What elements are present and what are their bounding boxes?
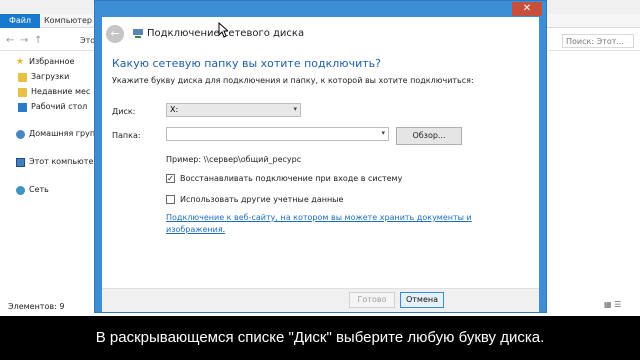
folder-icon — [18, 72, 27, 82]
back-button[interactable]: ← — [106, 25, 124, 43]
nav-item-homegroup[interactable]: Домашняя груп — [16, 128, 95, 140]
status-bar: Элементов: 9 — [8, 302, 65, 311]
search-input[interactable]: Поиск: Этот... — [562, 34, 634, 48]
mouse-cursor-icon — [218, 22, 228, 38]
desktop-icon — [18, 102, 27, 112]
nav-item-desktop[interactable]: Рабочий стол — [18, 101, 87, 113]
map-network-drive-dialog: ✕ ← Подключение сетевого диска — [94, 0, 547, 313]
subtitle-caption: В раскрывающемся списке "Диск" выберите … — [0, 316, 640, 360]
dialog-header: ← Подключение сетевого диска — [102, 17, 539, 49]
nav-item-favorites[interactable]: ★ Избранное — [16, 56, 74, 68]
drive-select[interactable]: X: ▾ — [166, 103, 301, 117]
nav-item-label: Недавние мес — [31, 87, 91, 96]
nav-item-network[interactable]: Сеть — [16, 184, 49, 196]
dialog-footer — [102, 288, 539, 312]
view-toggle-icon[interactable]: ▦ ☰ — [604, 300, 621, 309]
drive-label: Диск: — [112, 107, 136, 116]
tab-computer[interactable]: Компьютер — [44, 14, 92, 28]
credentials-option[interactable]: Использовать другие учетные данные — [166, 193, 343, 205]
reconnect-option[interactable]: ✓ Восстанавливать подключение при входе … — [166, 172, 402, 184]
star-icon: ★ — [16, 56, 25, 67]
browse-button[interactable]: Обзор... — [396, 127, 462, 145]
website-link-container: Подключение к веб-сайту, на котором вы м… — [166, 212, 496, 236]
cancel-button[interactable]: Отмена — [400, 292, 444, 308]
folder-input[interactable]: ▾ — [166, 127, 389, 141]
chevron-down-icon: ▾ — [293, 105, 297, 113]
nav-item-label: Сеть — [29, 185, 49, 194]
forward-arrow-icon[interactable]: → — [20, 35, 28, 46]
folder-label: Папка: — [112, 131, 141, 140]
nav-item-label: Рабочий стол — [31, 102, 88, 111]
nav-item-downloads[interactable]: Загрузки — [18, 71, 69, 83]
folder-icon — [18, 87, 27, 97]
website-link-tail: . — [222, 225, 226, 234]
up-arrow-icon[interactable]: ↑ — [34, 35, 42, 46]
website-link[interactable]: Подключение к веб-сайту, на котором вы м… — [166, 213, 472, 234]
navigation-pane: ★ Избранное Загрузки Недавние мес Рабочи… — [0, 52, 96, 302]
credentials-label: Использовать другие учетные данные — [180, 194, 344, 204]
drive-select-value: X: — [170, 105, 179, 114]
nav-item-label: Избранное — [29, 57, 75, 66]
dialog-heading: Какую сетевую папку вы хотите подключить… — [112, 57, 381, 70]
back-arrow-icon[interactable]: ← — [6, 35, 14, 46]
reconnect-label: Восстанавливать подключение при входе в … — [180, 173, 403, 183]
finish-button[interactable]: Готово — [349, 292, 395, 308]
chevron-down-icon[interactable]: ▾ — [381, 129, 385, 137]
nav-item-label: Домашняя груп — [29, 129, 96, 138]
nav-item-this-pc[interactable]: Этот компьюте — [16, 156, 93, 168]
nav-item-label: Этот компьюте — [29, 157, 94, 166]
network-drive-icon — [133, 29, 143, 38]
nav-item-label: Загрузки — [31, 72, 70, 81]
example-text: Пример: \\сервер\общий_ресурс — [166, 155, 302, 164]
tab-file[interactable]: Файл — [0, 14, 40, 28]
close-button[interactable]: ✕ — [512, 2, 542, 16]
homegroup-icon — [16, 129, 25, 139]
network-icon — [16, 185, 25, 195]
credentials-checkbox[interactable] — [166, 194, 175, 204]
computer-icon — [16, 157, 25, 167]
dialog-subheading: Укажите букву диска для подключения и па… — [112, 76, 474, 85]
nav-item-recent[interactable]: Недавние мес — [18, 86, 90, 98]
reconnect-checkbox[interactable]: ✓ — [166, 173, 175, 183]
